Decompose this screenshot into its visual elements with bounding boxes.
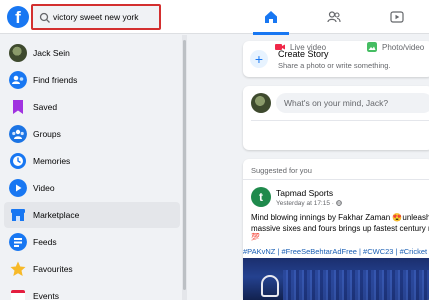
tab-watch[interactable] <box>379 0 415 34</box>
sidebar-item-events[interactable]: Events <box>4 283 180 300</box>
post-hashtags[interactable]: #PAKvNZ | #FreeSeBehtarAdFree | #CWC23 |… <box>243 247 429 257</box>
left-sidebar: Jack Sein Find friends Saved Groups Memo… <box>0 35 182 300</box>
plus-icon: + <box>250 50 268 68</box>
memories-icon <box>10 153 26 169</box>
saved-icon <box>13 100 23 114</box>
tab-friends[interactable] <box>316 0 352 34</box>
marketplace-icon <box>11 209 25 221</box>
stadium-crowd-image <box>283 270 429 300</box>
live-video-icon <box>275 44 285 50</box>
sidebar-item-groups[interactable]: Groups <box>4 121 180 147</box>
sidebar-scroll-thumb[interactable] <box>183 40 186 290</box>
find-friends-icon <box>9 71 27 89</box>
hundred-emoji: 💯 <box>251 234 260 241</box>
world-cup-logo-icon <box>261 275 279 297</box>
sidebar-item-saved[interactable]: Saved <box>4 94 180 120</box>
photo-video-label: Photo/video <box>382 43 425 52</box>
composer-divider <box>251 120 429 121</box>
suggested-label: Suggested for you <box>251 166 312 175</box>
sidebar-item-memories[interactable]: Memories <box>4 148 180 174</box>
search-input[interactable] <box>53 9 157 25</box>
page-name[interactable]: Tapmad Sports <box>276 188 333 198</box>
sidebar-item-label: Marketplace <box>33 210 80 220</box>
avatar <box>9 44 27 62</box>
watch-icon <box>390 11 404 23</box>
friends-icon <box>327 11 341 23</box>
post-time-text: Yesterday at 17:15 · <box>276 200 336 207</box>
post-divider <box>243 179 429 180</box>
post-image[interactable] <box>243 258 429 300</box>
sidebar-item-label: Groups <box>33 129 61 139</box>
post-composer: What's on your mind, Jack? <box>243 86 429 150</box>
sidebar-item-marketplace[interactable]: Marketplace <box>4 202 180 228</box>
sidebar-item-favourites[interactable]: Favourites <box>4 256 180 282</box>
post-text-line: Mind blowing innings by Fakhar Zaman 😍un… <box>251 213 429 222</box>
sidebar-item-label: Jack Sein <box>33 48 70 58</box>
sidebar-item-label: Find friends <box>33 75 78 85</box>
facebook-logo[interactable]: f <box>7 6 29 28</box>
sidebar-item-profile[interactable]: Jack Sein <box>4 40 180 66</box>
top-navigation-bar: f <box>0 0 429 35</box>
video-icon <box>9 179 27 197</box>
post-text-line: massive sixes and fours brings up fastes… <box>251 223 429 233</box>
whats-on-your-mind-input[interactable]: What's on your mind, Jack? <box>276 93 429 113</box>
tab-home[interactable] <box>253 0 289 35</box>
star-icon <box>10 261 26 276</box>
sidebar-item-label: Video <box>33 183 55 193</box>
sidebar-item-label: Saved <box>33 102 58 112</box>
sidebar-item-feeds[interactable]: Feeds <box>4 229 180 255</box>
create-story-subtitle: Share a photo or write something. <box>278 61 391 70</box>
sidebar-item-label: Memories <box>33 156 71 166</box>
photo-icon <box>367 42 377 52</box>
avatar[interactable] <box>251 93 271 113</box>
sidebar-item-video[interactable]: Video <box>4 175 180 201</box>
sidebar-item-label: Favourites <box>33 264 73 274</box>
suggested-post-card: Suggested for you t Tapmad Sports Yester… <box>243 159 429 300</box>
feeds-icon <box>9 233 27 251</box>
post-timestamp[interactable]: Yesterday at 17:15 · <box>276 200 342 207</box>
search-box[interactable] <box>31 4 161 30</box>
sidebar-item-label: Feeds <box>33 237 57 247</box>
home-icon <box>265 11 277 23</box>
live-video-label: Live video <box>290 43 327 52</box>
post-text: Mind blowing innings by Fakhar Zaman 😍un… <box>251 213 429 234</box>
search-icon <box>39 12 50 23</box>
page-logo[interactable]: t <box>251 187 271 207</box>
globe-icon <box>335 200 342 206</box>
groups-icon <box>9 125 27 143</box>
sidebar-item-label: Events <box>33 291 59 300</box>
events-icon <box>11 290 25 300</box>
sidebar-item-find-friends[interactable]: Find friends <box>4 67 180 93</box>
